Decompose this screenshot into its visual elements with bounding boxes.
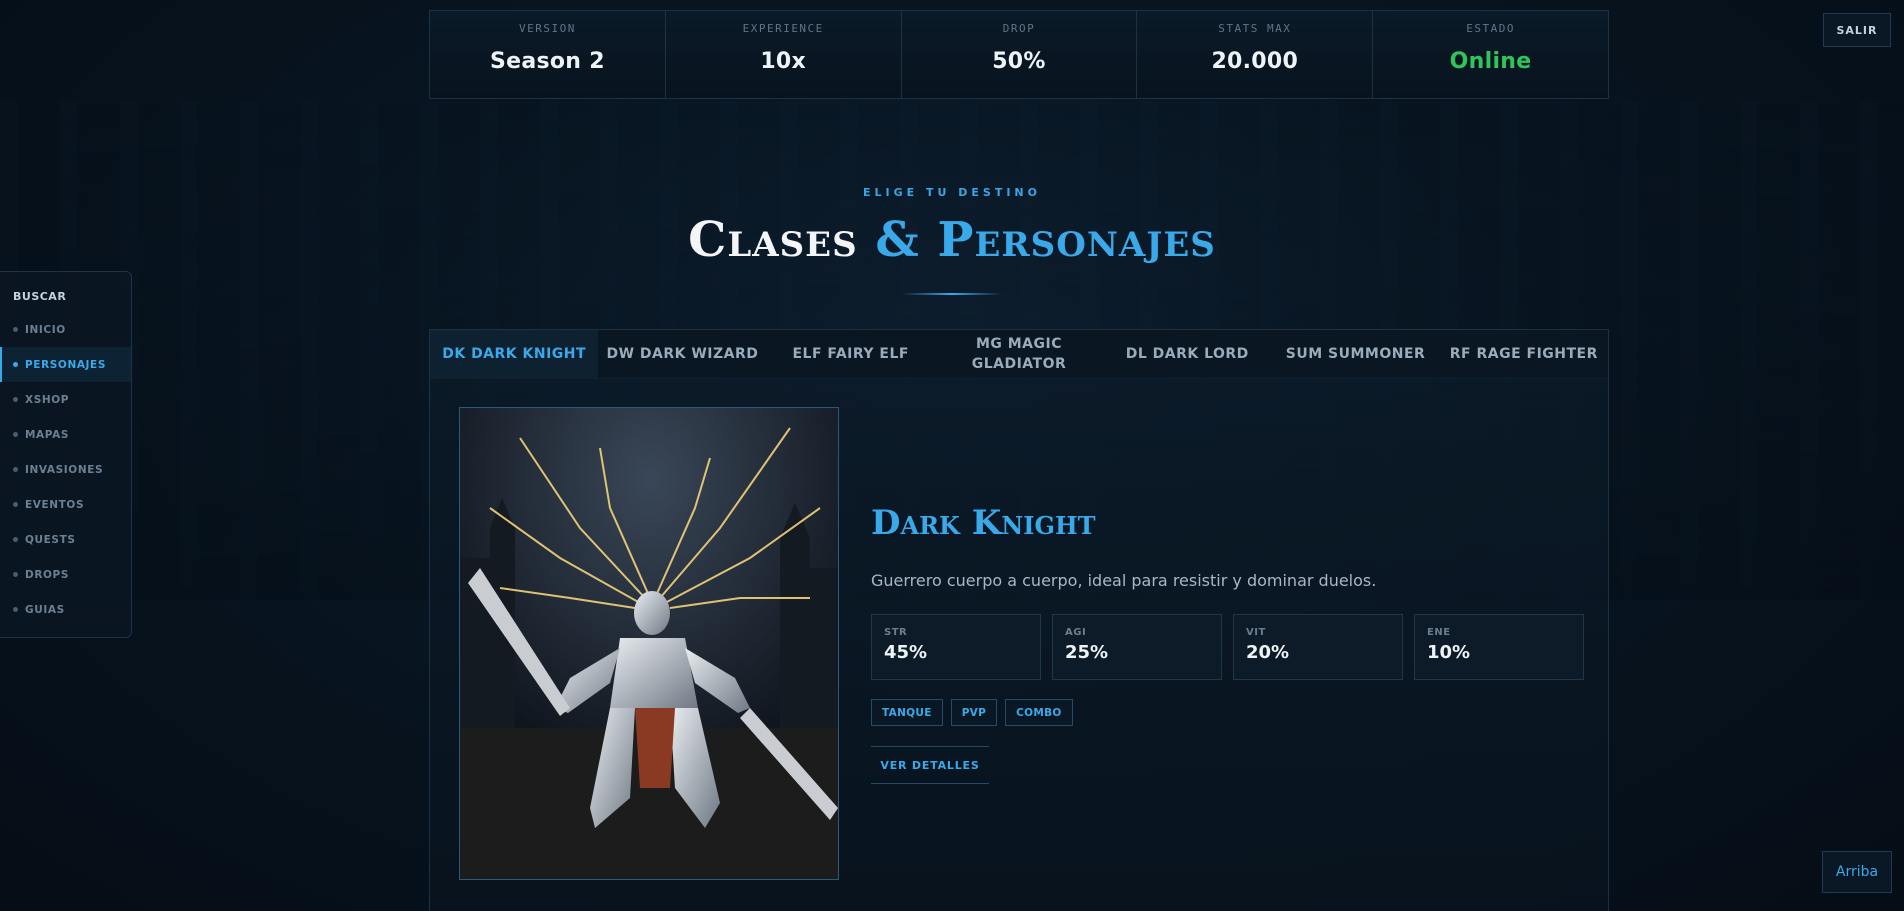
- attribute-label: ENE: [1427, 627, 1451, 638]
- bullet-icon: [13, 502, 18, 507]
- tab-fairy-elf[interactable]: ELF FAIRY ELF: [767, 330, 935, 378]
- attribute-list: STR 45% AGI 25% VIT 20% ENE 10%: [871, 614, 1584, 680]
- tab-summoner[interactable]: SUM SUMMONER: [1271, 330, 1439, 378]
- character-description: Guerrero cuerpo a cuerpo, ideal para res…: [871, 571, 1377, 590]
- title-part-1: Clases: [688, 212, 858, 268]
- stat-label: ESTADO: [1466, 22, 1515, 35]
- bullet-icon: [13, 607, 18, 612]
- attribute-label: VIT: [1246, 627, 1266, 638]
- stat-label: STATS MAX: [1218, 22, 1292, 35]
- sidebar-item-label: MAPAS: [25, 428, 69, 441]
- character-portrait: [459, 407, 839, 880]
- sidebar-item-inicio[interactable]: INICIO: [0, 312, 131, 347]
- sidebar-item-guias[interactable]: GUIAS: [0, 592, 131, 627]
- sidebar-item-quests[interactable]: QUESTS: [0, 522, 131, 557]
- section-eyebrow: ELIGE TU DESTINO: [863, 186, 1041, 199]
- bullet-icon: [13, 362, 18, 367]
- title-part-2: & Personajes: [875, 212, 1216, 268]
- title-divider: [902, 293, 1002, 295]
- stat-stats-max: STATS MAX 20.000: [1137, 11, 1374, 98]
- stat-version: VERSION Season 2: [430, 11, 666, 98]
- tab-dark-knight[interactable]: DK DARK KNIGHT: [430, 330, 599, 378]
- server-stats-bar: VERSION Season 2 EXPERIENCE 10x DROP 50%…: [429, 10, 1609, 99]
- sidebar-item-label: DROPS: [25, 568, 69, 581]
- sidebar-item-label: INVASIONES: [25, 463, 104, 476]
- stat-value: 50%: [992, 49, 1046, 74]
- tag-tanque: TANQUE: [871, 699, 943, 726]
- tag-pvp: PVP: [950, 699, 998, 726]
- sidebar-item-mapas[interactable]: MAPAS: [0, 417, 131, 452]
- logout-button[interactable]: SALIR: [1823, 13, 1891, 47]
- stat-label: VERSION: [518, 22, 576, 35]
- stat-experience: EXPERIENCE 10x: [666, 11, 902, 98]
- attribute-label: AGI: [1065, 627, 1087, 638]
- tab-dark-wizard[interactable]: DW DARK WIZARD: [598, 330, 766, 378]
- tab-dark-lord[interactable]: DL DARK LORD: [1103, 330, 1271, 378]
- attribute-agi: AGI 25%: [1052, 614, 1222, 680]
- sidebar-item-label: GUIAS: [25, 603, 65, 616]
- view-details-button[interactable]: VER DETALLES: [871, 746, 989, 784]
- attribute-value: 10%: [1427, 642, 1471, 663]
- sidebar-item-label: EVENTOS: [25, 498, 85, 511]
- stat-label: DROP: [1002, 22, 1036, 35]
- stat-value: Season 2: [489, 49, 605, 74]
- sidebar-item-label: XSHOP: [25, 393, 70, 406]
- sidebar-item-drops[interactable]: DROPS: [0, 557, 131, 592]
- stat-label: EXPERIENCE: [742, 22, 824, 35]
- attribute-vit: VIT 20%: [1233, 614, 1403, 680]
- bullet-icon: [13, 537, 18, 542]
- bullet-icon: [13, 572, 18, 577]
- attribute-str: STR 45%: [871, 614, 1041, 680]
- attribute-label: STR: [884, 627, 908, 638]
- knight-illustration: [460, 408, 838, 879]
- bullet-icon: [13, 397, 18, 402]
- sidebar-item-label: PERSONAJES: [25, 358, 106, 371]
- sidebar-item-invasiones[interactable]: INVASIONES: [0, 452, 131, 487]
- sidebar-item-label: INICIO: [25, 323, 66, 336]
- stat-drop: DROP 50%: [902, 11, 1138, 98]
- server-status-value: Online: [1449, 49, 1532, 74]
- sidebar-nav: BUSCAR INICIO PERSONAJES XSHOP MAPAS INV…: [0, 271, 132, 638]
- sidebar-search[interactable]: BUSCAR: [0, 290, 131, 312]
- class-tabs: DK DARK KNIGHT DW DARK WIZARD ELF FAIRY …: [429, 329, 1609, 379]
- stat-estado: ESTADO Online: [1373, 11, 1608, 98]
- role-tags: TANQUE PVP COMBO: [871, 699, 1073, 726]
- stat-value: 20.000: [1211, 49, 1299, 74]
- bullet-icon: [13, 327, 18, 332]
- attribute-value: 20%: [1246, 642, 1290, 663]
- attribute-value: 25%: [1065, 642, 1109, 663]
- stat-value: 10x: [760, 49, 807, 74]
- page-title: Clases & Personajes: [0, 212, 1904, 268]
- bullet-icon: [13, 467, 18, 472]
- attribute-ene: ENE 10%: [1414, 614, 1584, 680]
- attribute-value: 45%: [884, 642, 928, 663]
- sidebar-item-label: QUESTS: [25, 533, 76, 546]
- tab-magic-gladiator[interactable]: MG MAGIC GLADIATOR: [935, 330, 1103, 378]
- tag-combo: COMBO: [1005, 699, 1073, 726]
- sidebar-item-xshop[interactable]: XSHOP: [0, 382, 131, 417]
- tab-rage-fighter[interactable]: RF RAGE FIGHTER: [1440, 330, 1608, 378]
- sidebar-item-eventos[interactable]: EVENTOS: [0, 487, 131, 522]
- character-name: Dark Knight: [871, 503, 1096, 543]
- class-detail-panel: Dark Knight Guerrero cuerpo a cuerpo, id…: [429, 378, 1609, 911]
- back-to-top-button[interactable]: Arriba: [1822, 851, 1892, 893]
- bullet-icon: [13, 432, 18, 437]
- sidebar-item-personajes[interactable]: PERSONAJES: [0, 347, 131, 382]
